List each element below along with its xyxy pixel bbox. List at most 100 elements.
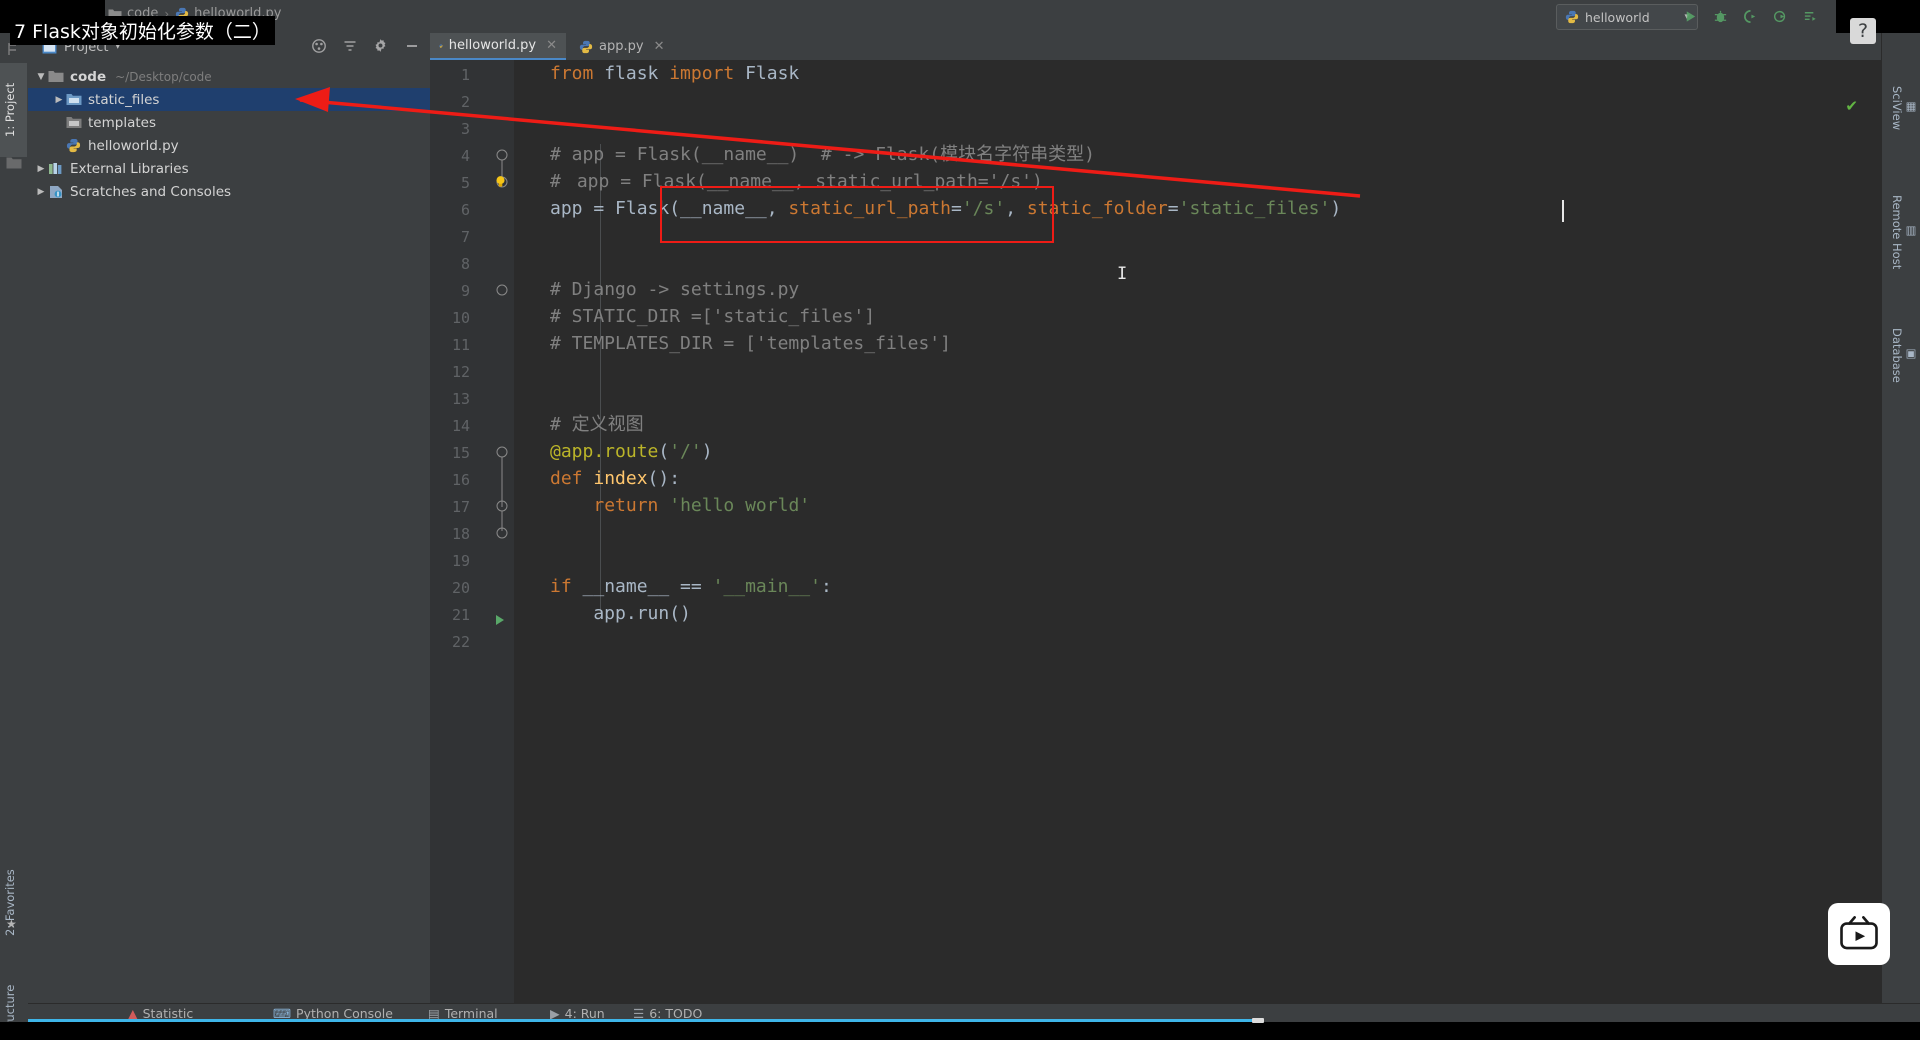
scratch-icon (48, 184, 65, 199)
line-number: 10 (451, 309, 470, 327)
code-line-9: # Django -> settings.py (550, 279, 800, 300)
close-icon[interactable]: ✕ (654, 39, 665, 54)
line-number: 21 (451, 606, 470, 624)
lightbulb-icon[interactable] (493, 174, 508, 193)
chevron-right-icon[interactable]: ▶ (52, 95, 66, 105)
tab-app-py[interactable]: app.py ✕ (570, 33, 680, 60)
editor-tab-bar: helloworld.py ✕ app.py ✕ (430, 33, 1882, 60)
tab-helloworld-py[interactable]: helloworld.py ✕ (430, 33, 566, 60)
line-number: 19 (451, 552, 470, 570)
code-line-11: # TEMPLATES_DIR = ['templates_files'] (550, 333, 951, 354)
tree-item-helloworld-py[interactable]: helloworld.py (28, 134, 430, 157)
sidebar-item-database[interactable]: ▣ Database (1890, 305, 1918, 405)
code-line-4: # app = Flask(__name__) # -> Flask(模块名字符… (550, 144, 1095, 165)
run-configuration-selector[interactable]: helloworld ▾ (1556, 4, 1698, 30)
mouse-cursor-ibeam: I (1117, 264, 1128, 284)
line-number: 6 (460, 201, 470, 219)
debug-button[interactable] (1711, 7, 1729, 25)
tree-item-static-files[interactable]: ▶ static_files (28, 88, 430, 111)
tree-item-scratches-and-consoles[interactable]: ▶ Scratches and Consoles (28, 180, 430, 203)
sidebar-item-sciview[interactable]: ▦ SciView (1890, 63, 1918, 153)
tree-item-code[interactable]: ▼ code ~/Desktop/code (28, 65, 430, 88)
chevron-down-icon[interactable]: ▼ (34, 72, 48, 82)
project-tool-window: Project ▾ ▼ code ~/Desktop/code ▶ static… (28, 33, 430, 1022)
video-progress-handle[interactable] (1251, 1018, 1264, 1023)
tree-item-path: ~/Desktop/code (115, 69, 212, 84)
code-line-20: if __name__ == '__main__': (550, 576, 832, 597)
line-number: 14 (451, 417, 470, 435)
help-button[interactable]: ? (1850, 18, 1876, 44)
python-file-icon (439, 43, 443, 48)
sidebar-item-project[interactable]: 1: Project (0, 63, 27, 157)
video-progress-fill (28, 1019, 1258, 1022)
tree-item-label: External Libraries (70, 160, 189, 177)
run-configuration-label: helloworld (1585, 9, 1650, 25)
ide-top-bar: code › helloworld.py helloworld ▾ (0, 0, 1920, 34)
code-line-16: def index(): (550, 468, 681, 489)
sidebar-item-structure[interactable]: 2: Structure (0, 963, 27, 1022)
profile-button[interactable] (1771, 7, 1789, 25)
line-number: 15 (451, 444, 470, 462)
minimize-button[interactable] (403, 37, 420, 54)
line-number: 17 (451, 498, 470, 516)
tree-item-label: helloworld.py (88, 137, 179, 154)
run-with-console-button[interactable] (1801, 7, 1819, 25)
python-config-icon (1565, 10, 1579, 24)
python-file-icon (579, 40, 593, 53)
code-line-1: from flask import Flask (550, 63, 800, 84)
ide-window: code › helloworld.py helloworld ▾ (0, 0, 1920, 1022)
line-number: 9 (460, 282, 470, 300)
video-title-overlay: 7 Flask对象初始化参数（二） (10, 16, 275, 45)
fold-column (490, 60, 514, 1022)
folder-blue-icon (66, 92, 83, 107)
database-icon: ▣ (1904, 345, 1918, 360)
code-line-15: @app.route('/') (550, 441, 713, 462)
video-progress-track[interactable] (28, 1018, 1920, 1023)
tab-label: helloworld.py (448, 38, 537, 53)
sort-button[interactable] (341, 37, 358, 54)
line-number: 2 (460, 93, 470, 111)
structure-icon: ⌸ (6, 1020, 13, 1022)
sidebar-item-favorites[interactable]: 2: Favorites (0, 848, 27, 958)
left-tool-window-strip: 1: Project 2: Favorites ★ 2: Structure ⌸ (0, 33, 29, 1022)
line-number: 18 (451, 525, 470, 543)
close-icon[interactable]: ✕ (546, 38, 557, 53)
screenshot-root: code › helloworld.py helloworld ▾ (0, 0, 1920, 1040)
line-number: 7 (460, 228, 470, 246)
remote-host-icon: ▥ (1904, 222, 1918, 237)
line-number: 16 (451, 471, 470, 489)
run-coverage-button[interactable] (1741, 7, 1759, 25)
tab-label: app.py (599, 39, 644, 54)
line-number: 8 (460, 255, 470, 273)
line-number: 22 (451, 633, 470, 651)
sidebar-item-remote-host[interactable]: ▥ Remote Host (1890, 173, 1918, 291)
overlay-right-mask (1836, 0, 1920, 33)
line-number: 5 (460, 174, 470, 192)
project-panel-toolbar (310, 37, 420, 54)
run-button[interactable] (1681, 7, 1699, 25)
editor-area: helloworld.py ✕ app.py ✕ 1 2 3 4 5 6 7 8… (430, 33, 1882, 1022)
tree-item-templates[interactable]: templates (28, 111, 430, 134)
line-number: 13 (451, 390, 470, 408)
line-number: 1 (460, 66, 470, 84)
chevron-right-icon[interactable]: ▶ (34, 164, 48, 174)
code-line-21: app.run() (550, 603, 691, 624)
tree-item-label: templates (88, 114, 156, 131)
static-folder-highlight-box (660, 186, 1054, 243)
line-number: 12 (451, 363, 470, 381)
video-player[interactable]: code › helloworld.py helloworld ▾ (0, 0, 1920, 1040)
tree-item-external-libraries[interactable]: ▶ External Libraries (28, 157, 430, 180)
chevron-right-icon[interactable]: ▶ (34, 187, 48, 197)
tree-item-label: static_files (88, 91, 160, 108)
gear-icon[interactable] (372, 37, 389, 54)
bilibili-tv-icon[interactable] (1828, 903, 1890, 965)
text-caret (1562, 200, 1564, 222)
code-editor[interactable]: 1 2 3 4 5 6 7 8 9 10 11 12 13 14 15 16 1… (430, 60, 1882, 1022)
right-tool-window-strip: ✔ ▦ SciView ▥ Remote Host ▣ Database (1845, 33, 1920, 1022)
collapse-all-button[interactable] (310, 37, 327, 54)
folder-icon (48, 69, 65, 84)
library-icon (48, 161, 65, 176)
code-line-14: # 定义视图 (550, 414, 644, 435)
python-file-icon (66, 138, 83, 153)
folder-icon (6, 157, 22, 169)
